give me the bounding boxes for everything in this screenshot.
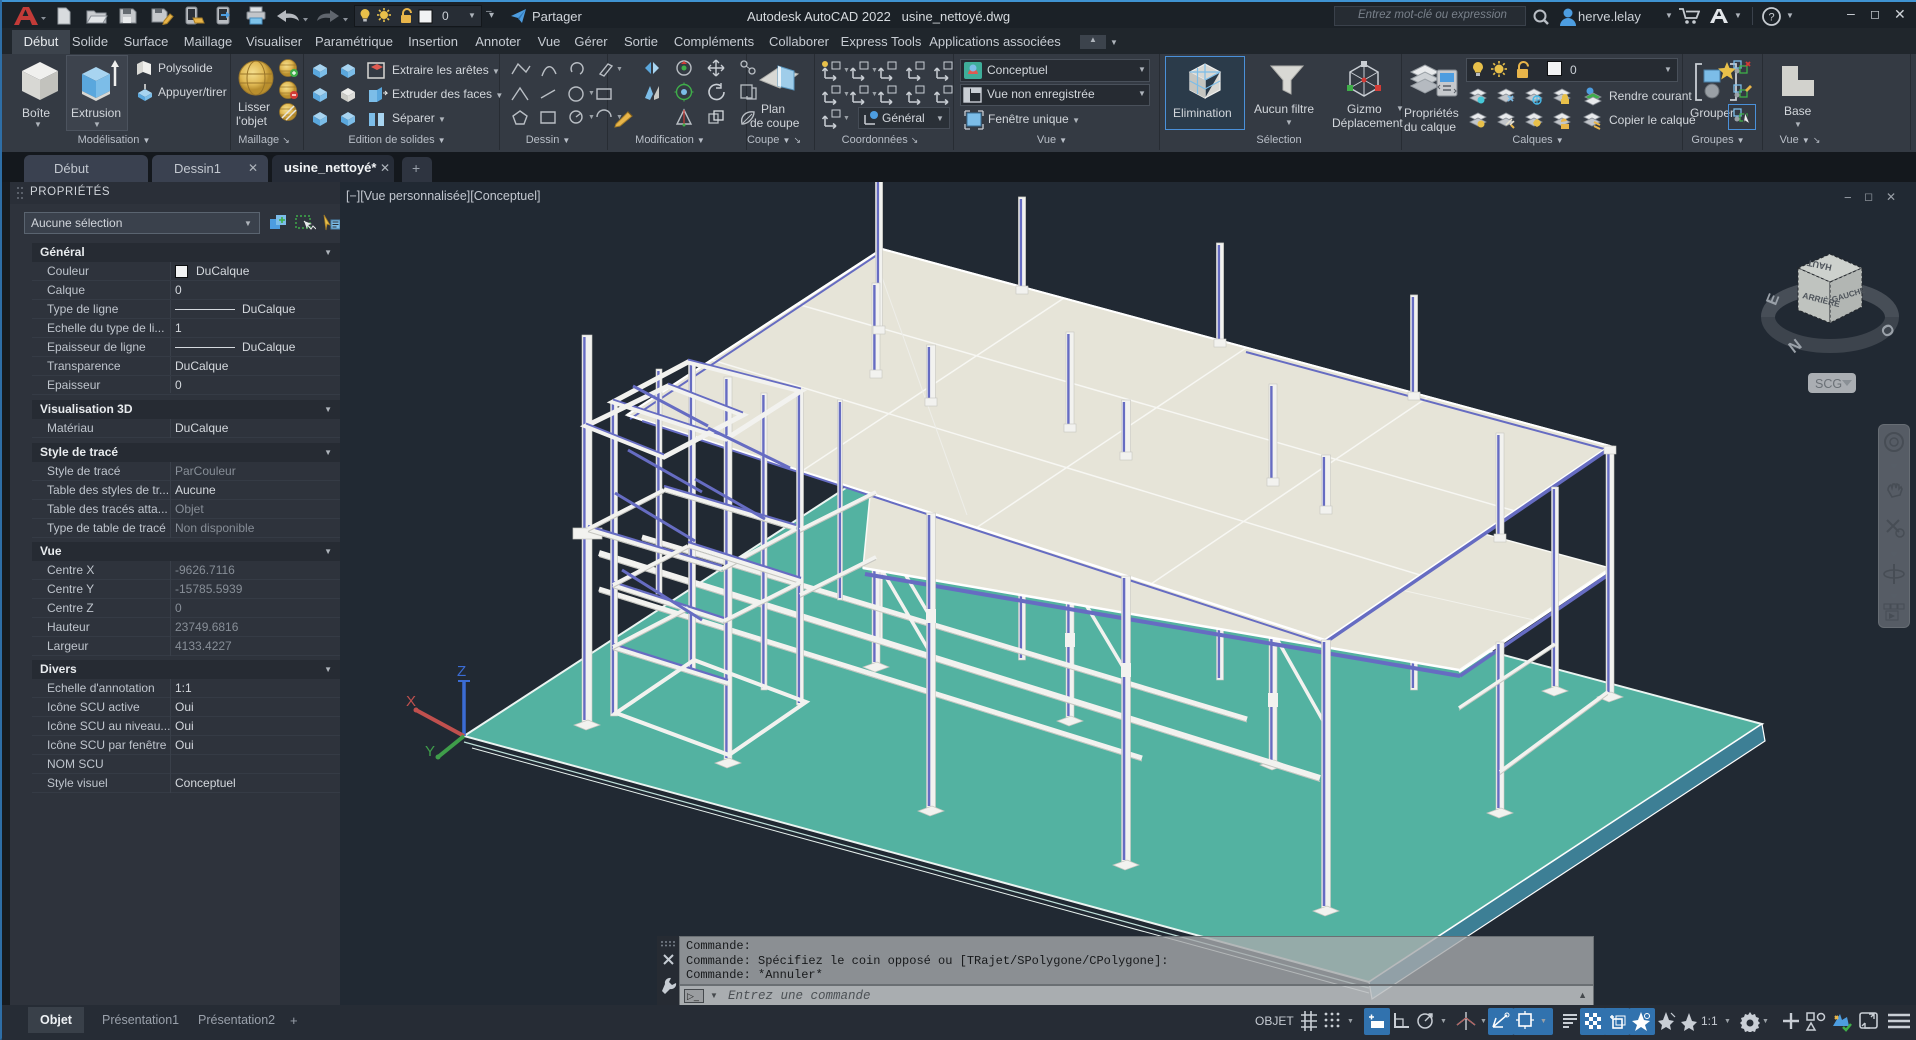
svg-text:Y: Y xyxy=(425,743,435,760)
svg-text:SCG: SCG xyxy=(1815,377,1842,391)
svg-text:?: ? xyxy=(1768,12,1774,24)
svg-text:Z: Z xyxy=(457,663,466,680)
svg-text:X: X xyxy=(406,693,416,710)
